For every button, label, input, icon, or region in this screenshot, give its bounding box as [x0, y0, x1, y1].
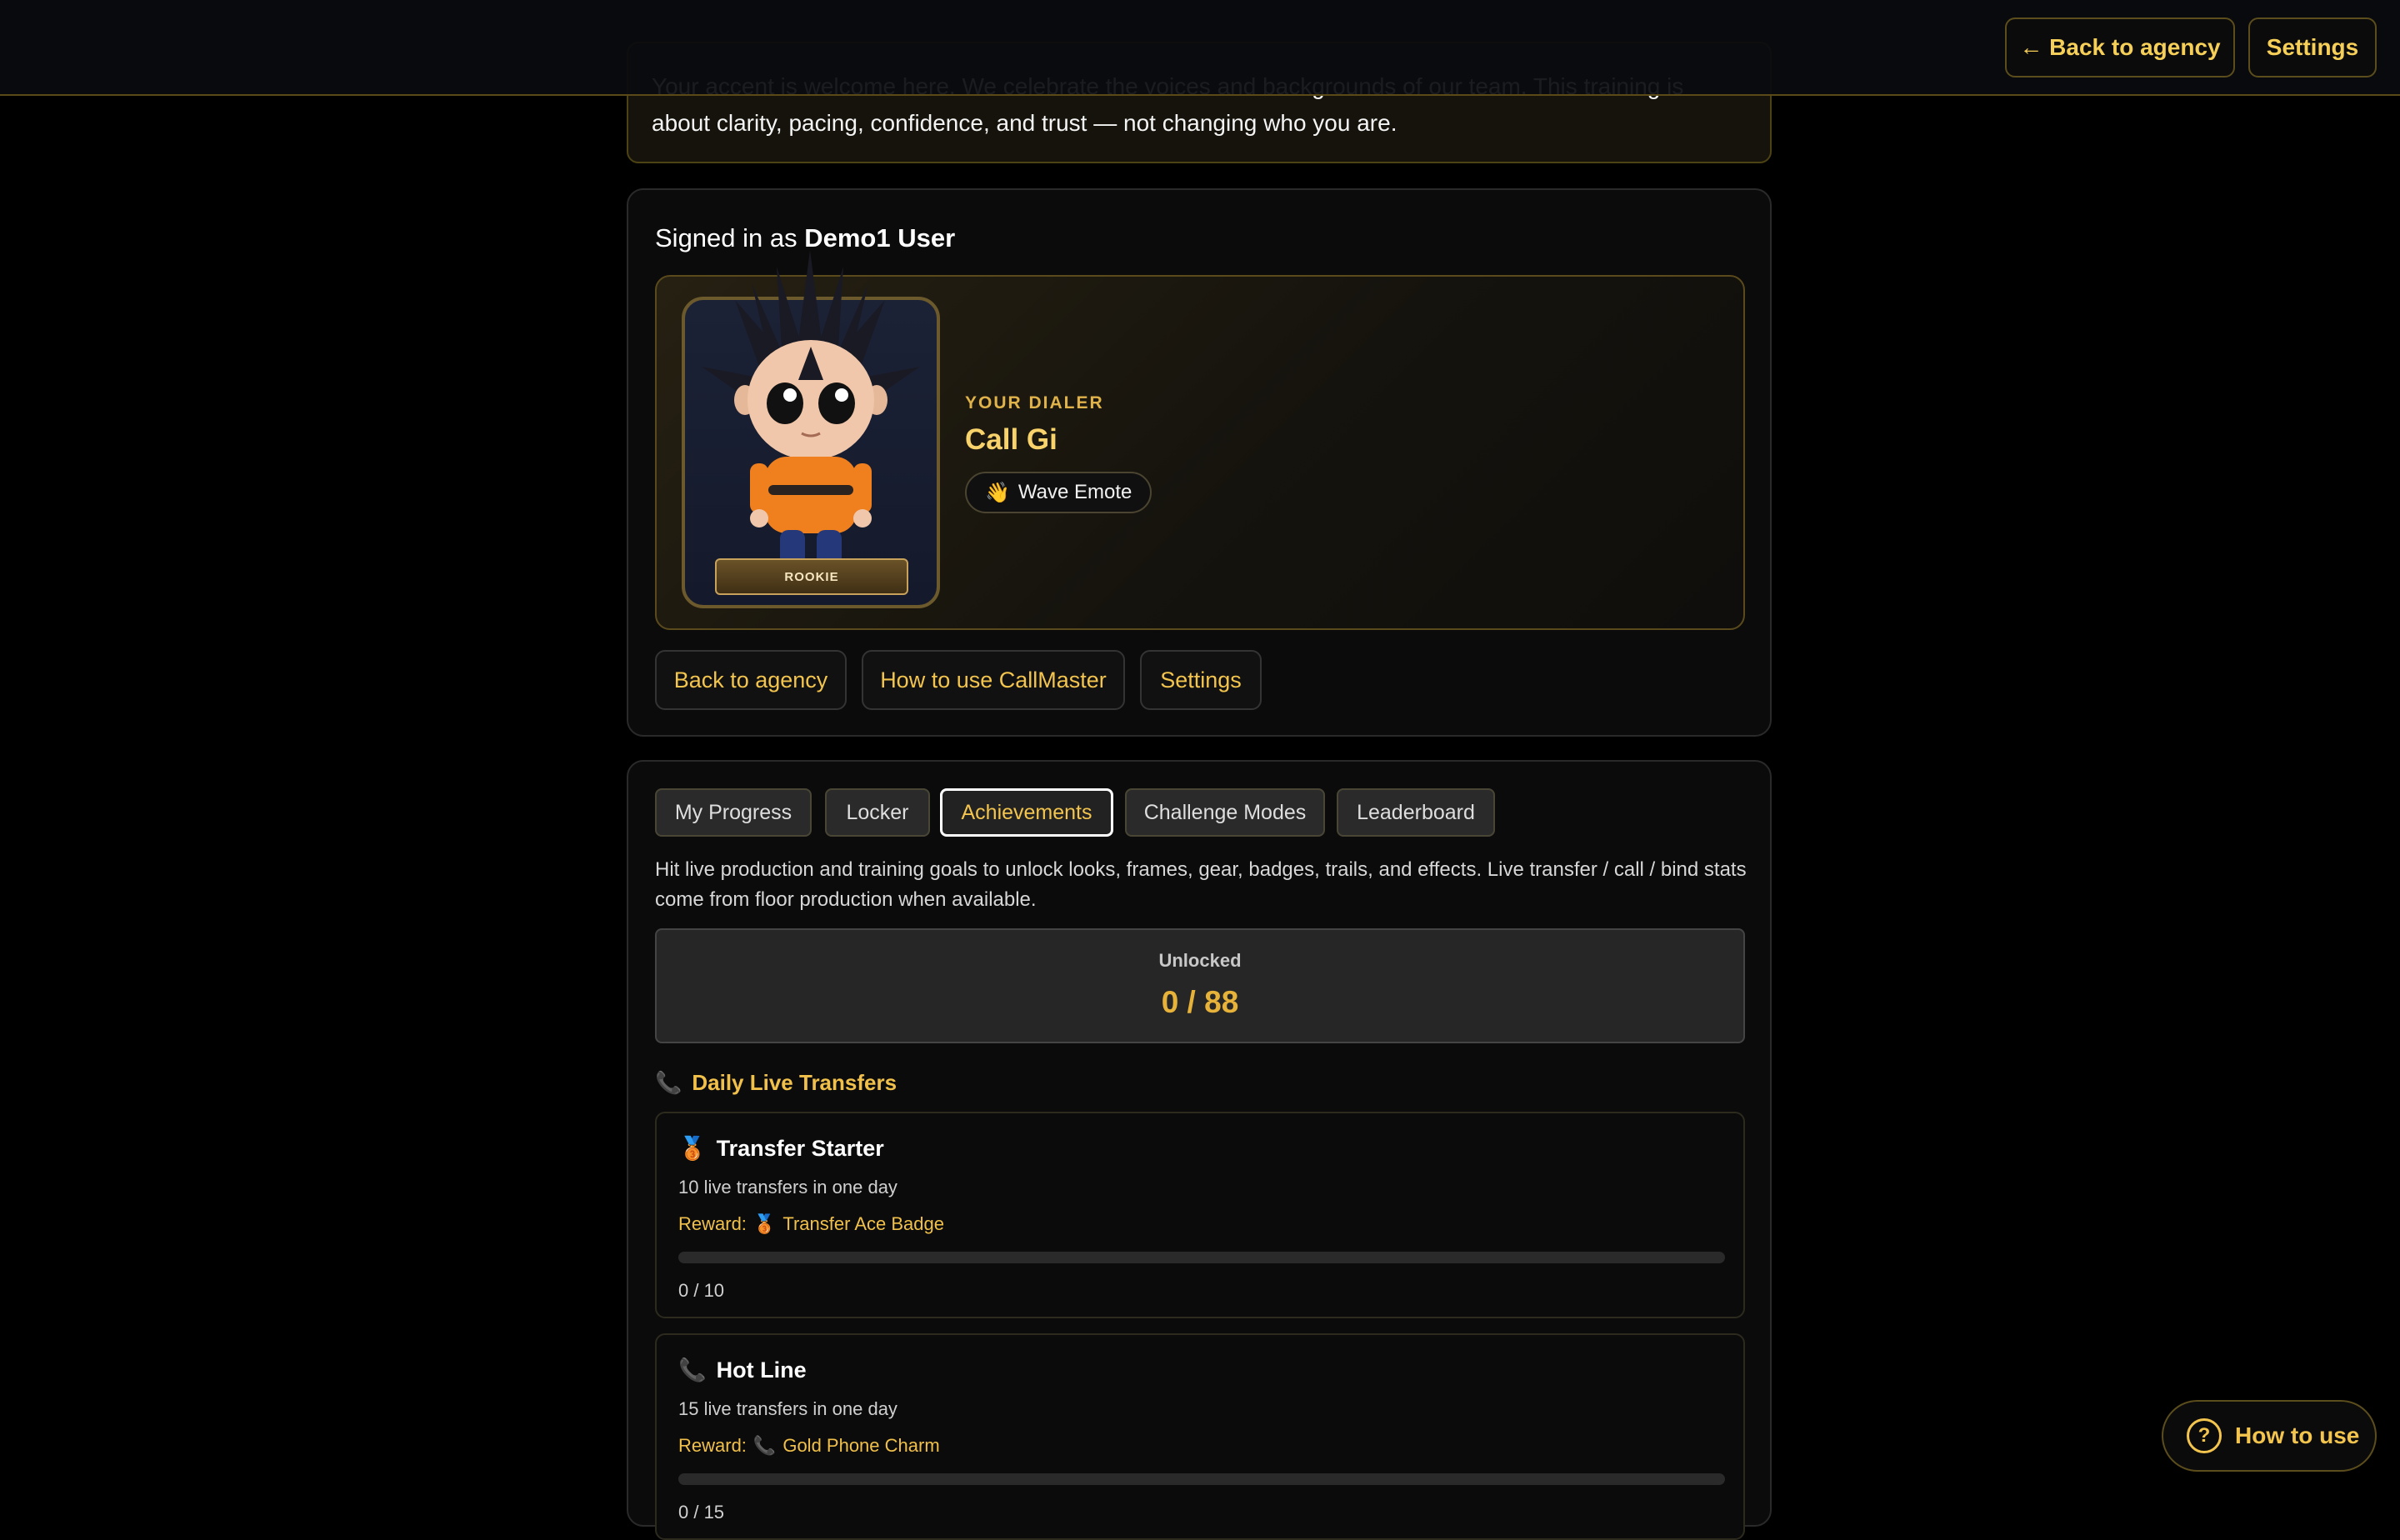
- profile-card: Signed in as Demo1 User ROOKIE YOUR DIAL…: [627, 188, 1772, 737]
- section-daily-live-transfers: 📞 Daily Live Transfers: [655, 1070, 897, 1096]
- rank-plate: ROOKIE: [715, 558, 908, 595]
- bronze-medal-icon: 🥉: [752, 1213, 777, 1234]
- unlocked-summary: Unlocked 0 / 88: [655, 928, 1745, 1043]
- phone-icon: 📞: [752, 1435, 777, 1456]
- back-to-agency-button[interactable]: Back to agency: [655, 650, 847, 710]
- section-title: Daily Live Transfers: [692, 1070, 898, 1095]
- signed-in-line: Signed in as Demo1 User: [655, 223, 955, 253]
- wave-emote-label: Wave Emote: [1018, 481, 1132, 503]
- tab-achievements[interactable]: Achievements: [940, 788, 1113, 837]
- tab-locker[interactable]: Locker: [825, 788, 930, 837]
- achievement-description: 10 live transfers in one day: [678, 1177, 898, 1198]
- question-mark-icon: ?: [2187, 1418, 2222, 1453]
- dialer-label: YOUR DIALER: [965, 393, 1104, 412]
- achievement-progress-bar: [678, 1473, 1725, 1485]
- achievement-title-text: Transfer Starter: [716, 1135, 884, 1161]
- how-to-use-label: How to use: [2235, 1422, 2360, 1448]
- top-back-to-agency-button[interactable]: ← Back to agency: [2005, 18, 2235, 78]
- achievements-description: Hit live production and training goals t…: [655, 858, 1747, 911]
- dialer-name: Call Gi: [965, 423, 1058, 456]
- unlocked-label: Unlocked: [1158, 950, 1242, 971]
- achievement-progress-count: 0 / 15: [678, 1502, 725, 1522]
- achievements-card: My Progress Locker Achievements Challeng…: [627, 760, 1772, 1540]
- signed-in-prefix: Signed in as: [655, 223, 805, 252]
- achievement-title: 🥉 Transfer Starter: [678, 1135, 884, 1162]
- phone-icon: 📞: [678, 1358, 707, 1382]
- signed-in-user-name: Demo1 User: [804, 223, 956, 252]
- bronze-medal-icon: 🥉: [678, 1136, 707, 1161]
- achievement-reward: Reward: 🥉 Transfer Ace Badge: [678, 1213, 944, 1235]
- dialer-avatar-frame[interactable]: ROOKIE: [682, 250, 940, 608]
- settings-button[interactable]: Settings: [1140, 650, 1262, 710]
- top-bar: ← Back to agency Settings: [0, 0, 2400, 96]
- phone-icon: 📞: [655, 1070, 682, 1095]
- dialer-panel: ROOKIE YOUR DIALER Call Gi 👋 Wave Emote: [655, 250, 1745, 630]
- tab-my-progress[interactable]: My Progress: [655, 788, 812, 837]
- unlocked-count: 0 / 88: [1161, 985, 1239, 1019]
- how-to-use-callmaster-button[interactable]: How to use CallMaster: [862, 650, 1125, 710]
- achievement-progress-bar: [678, 1252, 1725, 1263]
- achievement-card: 🥉 Transfer Starter 10 live transfers in …: [655, 1112, 1745, 1318]
- achievement-title-text: Hot Line: [716, 1357, 807, 1382]
- reward-name: Gold Phone Charm: [782, 1435, 940, 1456]
- achievement-reward: Reward: 📞 Gold Phone Charm: [678, 1435, 940, 1457]
- reward-prefix: Reward:: [678, 1435, 747, 1456]
- tab-leaderboard[interactable]: Leaderboard: [1337, 788, 1495, 837]
- achievement-description: 15 live transfers in one day: [678, 1398, 898, 1419]
- achievement-card: 📞 Hot Line 15 live transfers in one day …: [655, 1333, 1745, 1540]
- wave-emote-button[interactable]: 👋 Wave Emote: [965, 472, 1152, 513]
- how-to-use-floating-button[interactable]: ? How to use: [2162, 1400, 2377, 1472]
- achievement-title: 📞 Hot Line: [678, 1357, 807, 1383]
- tab-challenge-modes[interactable]: Challenge Modes: [1125, 788, 1325, 837]
- reward-prefix: Reward:: [678, 1213, 747, 1234]
- top-settings-button[interactable]: Settings: [2248, 18, 2377, 78]
- reward-name: Transfer Ace Badge: [782, 1213, 944, 1234]
- achievement-progress-count: 0 / 10: [678, 1280, 725, 1301]
- wave-hand-icon: 👋: [985, 481, 1010, 504]
